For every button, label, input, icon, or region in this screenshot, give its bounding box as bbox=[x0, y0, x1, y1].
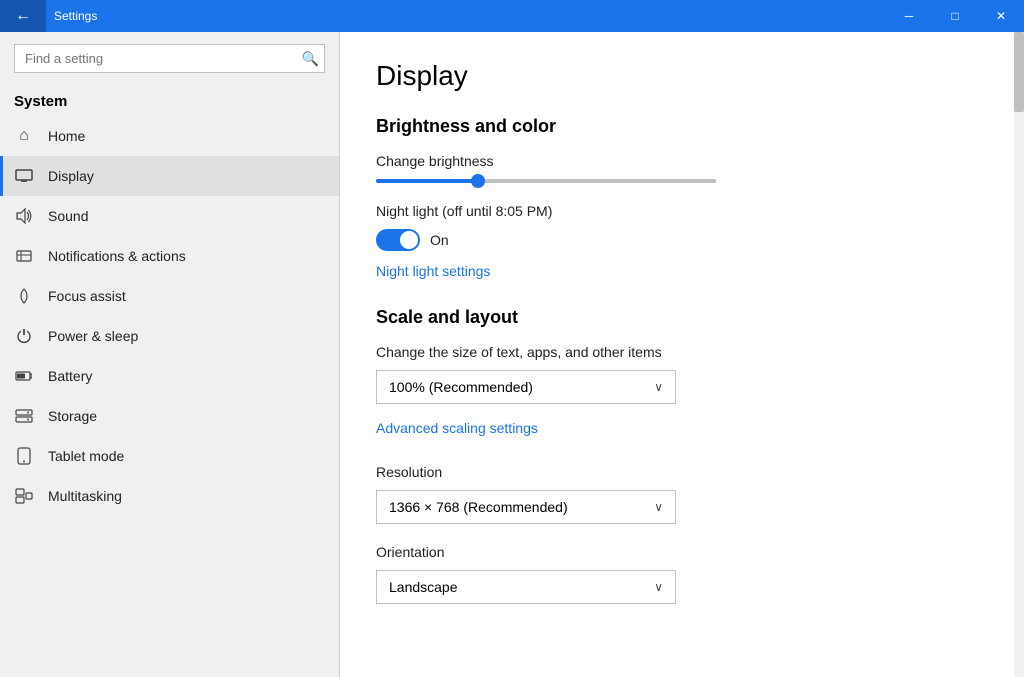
night-light-label: Night light (off until 8:05 PM) bbox=[376, 203, 988, 219]
brightness-slider-fill bbox=[376, 179, 478, 183]
orientation-label: Orientation bbox=[376, 544, 988, 560]
search-icon: 🔍 bbox=[302, 50, 319, 66]
tablet-icon bbox=[14, 446, 34, 466]
sidebar-item-battery[interactable]: Battery bbox=[0, 356, 339, 396]
scale-label: Change the size of text, apps, and other… bbox=[376, 344, 988, 360]
orientation-dropdown[interactable]: Landscape ∨ bbox=[376, 570, 676, 604]
back-button[interactable]: ← bbox=[0, 0, 46, 32]
scale-dropdown-chevron: ∨ bbox=[654, 380, 663, 394]
window-controls: ─ □ ✕ bbox=[886, 0, 1024, 32]
orientation-section: Orientation Landscape ∨ bbox=[376, 544, 988, 604]
sidebar: 🔍 System ⌂ Home Display bbox=[0, 32, 340, 677]
sidebar-item-tablet[interactable]: Tablet mode bbox=[0, 436, 339, 476]
brightness-slider-thumb[interactable] bbox=[471, 174, 485, 188]
page-title: Display bbox=[376, 60, 988, 92]
back-icon: ← bbox=[15, 7, 31, 25]
maximize-icon: □ bbox=[951, 9, 958, 23]
sidebar-label-notifications: Notifications & actions bbox=[48, 248, 186, 264]
multitasking-icon bbox=[14, 486, 34, 506]
minimize-button[interactable]: ─ bbox=[886, 0, 932, 32]
sidebar-label-focus: Focus assist bbox=[48, 288, 126, 304]
brightness-section-heading: Brightness and color bbox=[376, 116, 988, 137]
night-light-toggle[interactable] bbox=[376, 229, 420, 251]
sidebar-label-home: Home bbox=[48, 128, 85, 144]
search-icon-button[interactable]: 🔍 bbox=[302, 50, 319, 67]
brightness-label: Change brightness bbox=[376, 153, 988, 169]
sidebar-label-display: Display bbox=[48, 168, 94, 184]
sidebar-section-label: System bbox=[0, 85, 339, 116]
toggle-knob bbox=[400, 231, 418, 249]
sidebar-item-home[interactable]: ⌂ Home bbox=[0, 116, 339, 156]
scrollbar-track bbox=[1014, 32, 1024, 677]
notifications-icon bbox=[14, 246, 34, 266]
resolution-label: Resolution bbox=[376, 464, 988, 480]
toggle-state-label: On bbox=[430, 232, 449, 248]
search-input[interactable] bbox=[14, 44, 325, 73]
search-container: 🔍 bbox=[14, 44, 325, 73]
sidebar-item-focus[interactable]: Focus assist bbox=[0, 276, 339, 316]
titlebar-title: Settings bbox=[46, 9, 886, 23]
battery-icon bbox=[14, 366, 34, 386]
sidebar-item-power[interactable]: Power & sleep bbox=[0, 316, 339, 356]
minimize-icon: ─ bbox=[905, 9, 914, 23]
sidebar-label-power: Power & sleep bbox=[48, 328, 138, 344]
orientation-value: Landscape bbox=[389, 579, 458, 595]
sidebar-item-display[interactable]: Display bbox=[0, 156, 339, 196]
focus-icon bbox=[14, 286, 34, 306]
advanced-scaling-link[interactable]: Advanced scaling settings bbox=[376, 420, 538, 436]
sidebar-label-sound: Sound bbox=[48, 208, 88, 224]
close-icon: ✕ bbox=[996, 9, 1006, 23]
sidebar-item-notifications[interactable]: Notifications & actions bbox=[0, 236, 339, 276]
storage-icon bbox=[14, 406, 34, 426]
sidebar-label-tablet: Tablet mode bbox=[48, 448, 124, 464]
sidebar-item-sound[interactable]: Sound bbox=[0, 196, 339, 236]
brightness-slider-track[interactable] bbox=[376, 179, 716, 183]
titlebar: ← Settings ─ □ ✕ bbox=[0, 0, 1024, 32]
power-icon bbox=[14, 326, 34, 346]
night-light-settings-link[interactable]: Night light settings bbox=[376, 263, 490, 279]
orientation-dropdown-chevron: ∨ bbox=[654, 580, 663, 594]
resolution-value: 1366 × 768 (Recommended) bbox=[389, 499, 568, 515]
sidebar-label-battery: Battery bbox=[48, 368, 92, 384]
scale-dropdown[interactable]: 100% (Recommended) ∨ bbox=[376, 370, 676, 404]
sidebar-item-storage[interactable]: Storage bbox=[0, 396, 339, 436]
close-button[interactable]: ✕ bbox=[978, 0, 1024, 32]
scrollbar-thumb[interactable] bbox=[1014, 32, 1024, 112]
main-layout: 🔍 System ⌂ Home Display bbox=[0, 32, 1024, 677]
sidebar-item-multitasking[interactable]: Multitasking bbox=[0, 476, 339, 516]
night-light-section: Night light (off until 8:05 PM) On Night… bbox=[376, 203, 988, 307]
resolution-dropdown[interactable]: 1366 × 768 (Recommended) ∨ bbox=[376, 490, 676, 524]
brightness-control: Change brightness bbox=[376, 153, 988, 183]
resolution-dropdown-container: 1366 × 768 (Recommended) ∨ bbox=[376, 490, 988, 524]
sidebar-label-storage: Storage bbox=[48, 408, 97, 424]
content-area: Display Brightness and color Change brig… bbox=[340, 32, 1024, 677]
scale-dropdown-container: 100% (Recommended) ∨ bbox=[376, 370, 988, 404]
resolution-section: Resolution 1366 × 768 (Recommended) ∨ bbox=[376, 464, 988, 524]
scale-value: 100% (Recommended) bbox=[389, 379, 533, 395]
home-icon: ⌂ bbox=[14, 126, 34, 146]
sidebar-label-multitasking: Multitasking bbox=[48, 488, 122, 504]
scale-section-heading: Scale and layout bbox=[376, 307, 988, 328]
resolution-dropdown-chevron: ∨ bbox=[654, 500, 663, 514]
maximize-button[interactable]: □ bbox=[932, 0, 978, 32]
display-icon bbox=[14, 166, 34, 186]
night-light-toggle-row: On bbox=[376, 229, 988, 251]
sound-icon bbox=[14, 206, 34, 226]
orientation-dropdown-container: Landscape ∨ bbox=[376, 570, 988, 604]
sidebar-items-list: ⌂ Home Display bbox=[0, 116, 339, 677]
